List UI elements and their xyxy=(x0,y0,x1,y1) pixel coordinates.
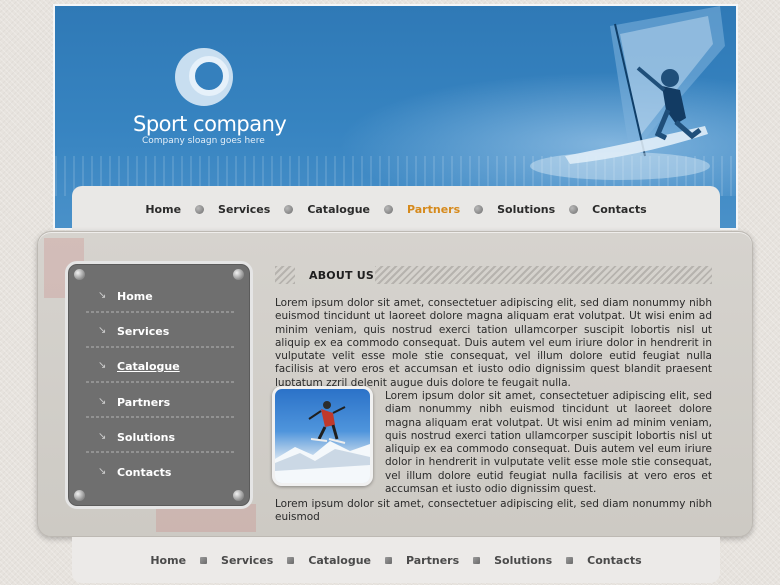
brand-title[interactable]: Sport company xyxy=(133,112,287,136)
sidebar-divider xyxy=(86,381,236,383)
sidebar-divider xyxy=(86,416,236,418)
footer-nav-contacts[interactable]: Contacts xyxy=(585,554,643,567)
rivet-icon xyxy=(74,269,85,280)
arrow-down-right-icon: ↘ xyxy=(98,466,107,477)
nav-services[interactable]: Services xyxy=(216,203,272,216)
footer-nav-home[interactable]: Home xyxy=(148,554,188,567)
rivet-icon xyxy=(233,269,244,280)
footer-nav-solutions[interactable]: Solutions xyxy=(492,554,554,567)
sidebar-item-label: Home xyxy=(117,289,153,303)
arrow-down-right-icon: ↘ xyxy=(98,431,107,442)
nav-home[interactable]: Home xyxy=(143,203,183,216)
dot-icon xyxy=(566,556,574,564)
dot-icon xyxy=(383,204,393,214)
footer-nav-list: Home Services Catalogue Partners Solutio… xyxy=(148,554,643,567)
arrow-down-right-icon: ↘ xyxy=(98,360,107,371)
footer-nav-catalogue[interactable]: Catalogue xyxy=(306,554,373,567)
about-paragraph-3: Lorem ipsum dolor sit amet, consectetuer… xyxy=(275,498,712,524)
dot-icon xyxy=(195,204,205,214)
arrow-down-right-icon: ↘ xyxy=(98,290,107,301)
dot-icon xyxy=(287,556,295,564)
main-panel: ↘ Home ↘ Services ↘ Catalogue ↘ Partners… xyxy=(37,231,753,537)
skier-illustration xyxy=(275,401,370,483)
sidebar-item-label: Catalogue xyxy=(117,359,180,373)
sidebar-item-label: Solutions xyxy=(117,430,176,444)
top-nav-list: Home Services Catalogue Partners Solutio… xyxy=(143,203,648,216)
logo-ring-icon[interactable] xyxy=(175,48,233,106)
heading-hatch xyxy=(275,266,295,284)
dot-icon xyxy=(474,204,484,214)
rivet-icon xyxy=(74,490,85,501)
brand-slogan: Company sloagn goes here xyxy=(142,136,265,146)
arrow-down-right-icon: ↘ xyxy=(98,396,107,407)
dot-icon xyxy=(284,204,294,214)
heading-hatch xyxy=(375,266,712,284)
nav-contacts[interactable]: Contacts xyxy=(590,203,648,216)
sidebar-divider xyxy=(86,311,236,313)
nav-solutions[interactable]: Solutions xyxy=(495,203,557,216)
footer-nav-partners[interactable]: Partners xyxy=(404,554,461,567)
windsurfer-illustration xyxy=(530,6,725,180)
sidebar-item-label: Contacts xyxy=(117,465,172,479)
dot-icon xyxy=(200,556,208,564)
arrow-down-right-icon: ↘ xyxy=(98,325,107,336)
dot-icon xyxy=(384,556,392,564)
sidebar-item-label: Partners xyxy=(117,395,171,409)
sidebar-divider xyxy=(86,451,236,453)
sidebar-item-partners[interactable]: ↘ Partners xyxy=(98,394,170,410)
sidebar-menu: ↘ Home ↘ Services ↘ Catalogue ↘ Partners… xyxy=(65,261,253,509)
skier-photo xyxy=(272,386,373,486)
section-heading-bar: ABOUT US xyxy=(275,266,712,284)
sidebar-item-services[interactable]: ↘ Services xyxy=(98,323,169,339)
footer-navigation: Home Services Catalogue Partners Solutio… xyxy=(72,537,720,583)
sidebar-item-home[interactable]: ↘ Home xyxy=(98,288,153,304)
section-title: ABOUT US xyxy=(309,269,374,282)
top-navigation: Home Services Catalogue Partners Solutio… xyxy=(72,186,720,232)
nav-partners[interactable]: Partners xyxy=(405,203,462,216)
sidebar-item-label: Services xyxy=(117,324,170,338)
sidebar-item-catalogue[interactable]: ↘ Catalogue xyxy=(98,358,180,374)
nav-catalogue[interactable]: Catalogue xyxy=(305,203,372,216)
dot-icon xyxy=(569,204,579,214)
sidebar-item-solutions[interactable]: ↘ Solutions xyxy=(98,429,175,445)
dot-icon xyxy=(473,556,481,564)
sidebar-divider xyxy=(86,346,236,348)
about-paragraph-1: Lorem ipsum dolor sit amet, consectetuer… xyxy=(275,297,712,389)
rivet-icon xyxy=(233,490,244,501)
footer-nav-services[interactable]: Services xyxy=(219,554,275,567)
sidebar-item-contacts[interactable]: ↘ Contacts xyxy=(98,464,171,480)
about-paragraph-2: Lorem ipsum dolor sit amet, consectetuer… xyxy=(385,390,712,496)
